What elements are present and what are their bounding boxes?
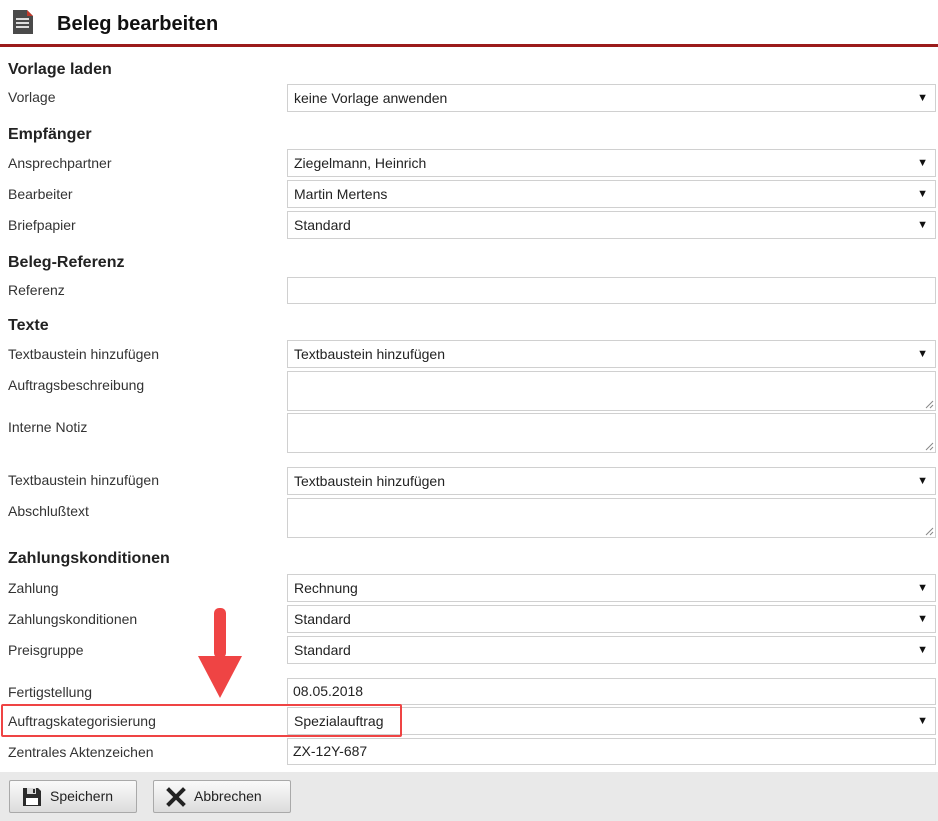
label-zahlungskonditionen: Zahlungskonditionen <box>8 611 138 627</box>
cancel-button[interactable]: Abbrechen <box>153 780 291 813</box>
select-zahlungskonditionen-value: Standard <box>294 611 351 627</box>
label-referenz: Referenz <box>8 282 65 298</box>
section-title-zahlungskonditionen: Zahlungskonditionen <box>8 550 170 567</box>
chevron-down-icon: ▼ <box>917 715 928 727</box>
select-textbaustein-2[interactable]: Textbaustein hinzufügen ▼ <box>287 467 936 495</box>
page-title: Beleg bearbeiten <box>57 13 219 35</box>
select-preisgruppe-value: Standard <box>294 642 351 658</box>
chevron-down-icon: ▼ <box>917 582 928 594</box>
resize-handle-icon[interactable] <box>924 526 934 536</box>
resize-handle-icon[interactable] <box>924 441 934 451</box>
select-bearbeiter[interactable]: Martin Mertens ▼ <box>287 180 936 208</box>
select-ansprechpartner-value: Ziegelmann, Heinrich <box>294 155 427 171</box>
arrow-down-icon <box>198 608 242 698</box>
page-header: Beleg bearbeiten <box>0 0 938 47</box>
cancel-button-label: Abbrechen <box>194 788 262 804</box>
floppy-disk-icon <box>23 788 41 806</box>
label-vorlage: Vorlage <box>8 89 56 105</box>
select-ansprechpartner[interactable]: Ziegelmann, Heinrich ▼ <box>287 149 936 177</box>
save-button[interactable]: Speichern <box>9 780 137 813</box>
label-zahlung: Zahlung <box>8 580 59 596</box>
select-bearbeiter-value: Martin Mertens <box>294 186 388 202</box>
resize-handle-icon[interactable] <box>924 399 934 409</box>
label-textbaustein-1: Textbaustein hinzufügen <box>8 346 159 362</box>
label-abschlusstext: Abschlußtext <box>8 503 89 519</box>
document-icon <box>13 10 33 34</box>
label-bearbeiter: Bearbeiter <box>8 186 73 202</box>
select-textbaustein-2-value: Textbaustein hinzufügen <box>294 473 445 489</box>
label-preisgruppe: Preisgruppe <box>8 642 84 658</box>
form-footer: Speichern Abbrechen <box>0 772 938 821</box>
chevron-down-icon: ▼ <box>917 644 928 656</box>
textarea-interne-notiz[interactable] <box>287 413 936 453</box>
label-interne-notiz: Interne Notiz <box>8 419 88 435</box>
textarea-auftragsbeschreibung[interactable] <box>287 371 936 411</box>
chevron-down-icon: ▼ <box>917 188 928 200</box>
label-briefpapier: Briefpapier <box>8 217 76 233</box>
chevron-down-icon: ▼ <box>917 92 928 104</box>
label-fertigstellung: Fertigstellung <box>8 684 93 700</box>
select-textbaustein-1-value: Textbaustein hinzufügen <box>294 346 445 362</box>
select-vorlage[interactable]: keine Vorlage anwenden ▼ <box>287 84 936 112</box>
label-ansprechpartner: Ansprechpartner <box>8 155 112 171</box>
section-title-vorlage-laden: Vorlage laden <box>8 61 112 78</box>
select-briefpapier[interactable]: Standard ▼ <box>287 211 936 239</box>
chevron-down-icon: ▼ <box>917 219 928 231</box>
save-button-label: Speichern <box>50 788 114 804</box>
close-icon <box>166 787 186 807</box>
chevron-down-icon: ▼ <box>917 157 928 169</box>
chevron-down-icon: ▼ <box>917 613 928 625</box>
select-zahlung[interactable]: Rechnung ▼ <box>287 574 936 602</box>
select-preisgruppe[interactable]: Standard ▼ <box>287 636 936 664</box>
textarea-abschlusstext[interactable] <box>287 498 936 538</box>
input-zentrales-aktenzeichen[interactable]: ZX-12Y-687 <box>287 738 936 765</box>
label-textbaustein-2: Textbaustein hinzufügen <box>8 472 159 488</box>
label-auftragsbeschreibung: Auftragsbeschreibung <box>8 377 145 393</box>
highlight-box <box>1 704 402 737</box>
select-zahlung-value: Rechnung <box>294 580 358 596</box>
section-title-beleg-referenz: Beleg-Referenz <box>8 254 125 271</box>
select-textbaustein-1[interactable]: Textbaustein hinzufügen ▼ <box>287 340 936 368</box>
input-referenz[interactable] <box>287 277 936 304</box>
section-title-empfaenger: Empfänger <box>8 126 92 143</box>
input-fertigstellung[interactable]: 08.05.2018 <box>287 678 936 705</box>
section-title-texte: Texte <box>8 317 49 334</box>
select-zahlungskonditionen[interactable]: Standard ▼ <box>287 605 936 633</box>
select-briefpapier-value: Standard <box>294 217 351 233</box>
label-zentrales-aktenzeichen: Zentrales Aktenzeichen <box>8 744 154 760</box>
chevron-down-icon: ▼ <box>917 475 928 487</box>
chevron-down-icon: ▼ <box>917 348 928 360</box>
select-vorlage-value: keine Vorlage anwenden <box>294 90 448 106</box>
